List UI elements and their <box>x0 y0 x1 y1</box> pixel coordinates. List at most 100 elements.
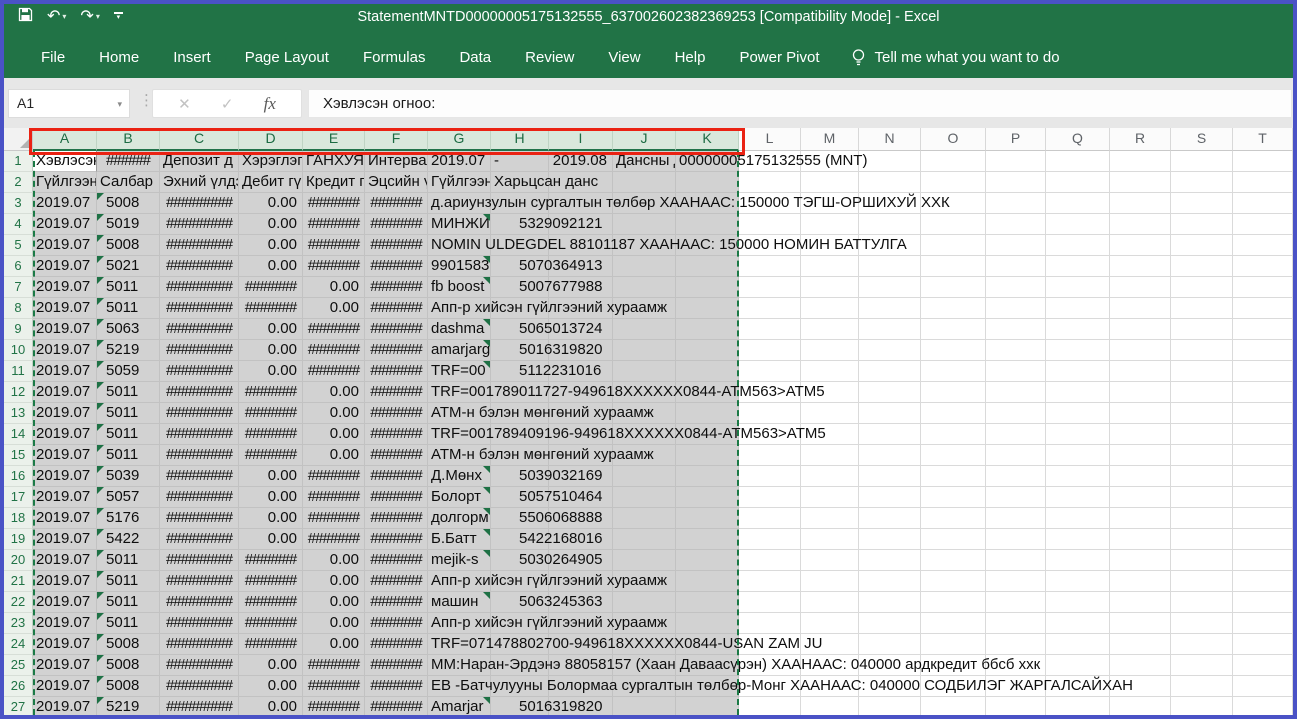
cell-D21[interactable]: ####### <box>239 571 303 592</box>
cell-E20[interactable]: 0.00 <box>303 550 365 571</box>
cell-C25[interactable]: ######### <box>160 655 239 676</box>
cell-O7[interactable] <box>921 277 986 298</box>
cell-P18[interactable] <box>986 508 1046 529</box>
cell-A25[interactable]: 2019.07 <box>33 655 97 676</box>
cell-M13[interactable] <box>801 403 859 424</box>
cell-J2[interactable] <box>613 172 676 193</box>
cell-T16[interactable] <box>1233 466 1293 487</box>
cell-O5[interactable] <box>921 235 986 256</box>
cell-B3[interactable]: 5008 <box>97 193 160 214</box>
cell-J17[interactable] <box>613 487 676 508</box>
cell-M19[interactable] <box>801 529 859 550</box>
cell-G19[interactable]: Б.Батт <box>428 529 491 550</box>
cell-A18[interactable]: 2019.07 <box>33 508 97 529</box>
cell-D1[interactable]: Хэрэглэг <box>239 151 303 172</box>
cell-P24[interactable] <box>986 634 1046 655</box>
cell-G11[interactable]: TRF=00 <box>428 361 491 382</box>
cell-A9[interactable]: 2019.07 <box>33 319 97 340</box>
cell-T27[interactable] <box>1233 697 1293 715</box>
cell-E26[interactable]: ####### <box>303 676 365 697</box>
cell-B4[interactable]: 5019 <box>97 214 160 235</box>
cell-G16[interactable]: Д.Мөнх <box>428 466 491 487</box>
cell-H2[interactable]: Харьцсан данс <box>491 172 549 193</box>
cell-T5[interactable] <box>1233 235 1293 256</box>
cell-C8[interactable]: ######### <box>160 298 239 319</box>
cell-K23[interactable] <box>676 613 739 634</box>
cell-R2[interactable] <box>1110 172 1171 193</box>
row-header-16[interactable]: 16 <box>4 466 33 487</box>
cell-M10[interactable] <box>801 340 859 361</box>
cell-S15[interactable] <box>1171 445 1233 466</box>
cell-F9[interactable]: ####### <box>365 319 428 340</box>
cell-K4[interactable] <box>676 214 739 235</box>
cell-K27[interactable] <box>676 697 739 715</box>
cell-Q4[interactable] <box>1046 214 1110 235</box>
cell-D11[interactable]: 0.00 <box>239 361 303 382</box>
cell-L4[interactable] <box>739 214 801 235</box>
cell-H7[interactable]: 5007677988 <box>491 277 549 298</box>
tab-review[interactable]: Review <box>508 37 591 78</box>
cell-L21[interactable] <box>739 571 801 592</box>
column-header-S[interactable]: S <box>1171 128 1233 151</box>
cell-R6[interactable] <box>1110 256 1171 277</box>
cell-R27[interactable] <box>1110 697 1171 715</box>
cell-J4[interactable] <box>613 214 676 235</box>
cell-N8[interactable] <box>859 298 921 319</box>
cell-H19[interactable]: 5422168016 <box>491 529 549 550</box>
cell-F5[interactable]: ####### <box>365 235 428 256</box>
cell-D5[interactable]: 0.00 <box>239 235 303 256</box>
cell-A17[interactable]: 2019.07 <box>33 487 97 508</box>
cell-K10[interactable] <box>676 340 739 361</box>
cell-O24[interactable] <box>921 634 986 655</box>
cell-M18[interactable] <box>801 508 859 529</box>
row-header-23[interactable]: 23 <box>4 613 33 634</box>
cell-C26[interactable]: ######### <box>160 676 239 697</box>
cell-S17[interactable] <box>1171 487 1233 508</box>
cell-A8[interactable]: 2019.07 <box>33 298 97 319</box>
cell-O13[interactable] <box>921 403 986 424</box>
cell-O23[interactable] <box>921 613 986 634</box>
cell-J18[interactable] <box>613 508 676 529</box>
cell-K21[interactable] <box>676 571 739 592</box>
cell-K7[interactable] <box>676 277 739 298</box>
row-header-18[interactable]: 18 <box>4 508 33 529</box>
select-all-corner[interactable] <box>4 128 33 151</box>
cell-G24[interactable]: TRF=071478802700-949618XXXXXX0844-USAN Z… <box>428 634 491 655</box>
cell-O4[interactable] <box>921 214 986 235</box>
cell-M17[interactable] <box>801 487 859 508</box>
cell-G6[interactable]: 9901583 <box>428 256 491 277</box>
row-header-25[interactable]: 25 <box>4 655 33 676</box>
cell-G3[interactable]: д.ариунзулын сургалтын төлбөр ХААНААС: 1… <box>428 193 491 214</box>
cell-L2[interactable] <box>739 172 801 193</box>
cell-F18[interactable]: ####### <box>365 508 428 529</box>
cell-R14[interactable] <box>1110 424 1171 445</box>
row-header-24[interactable]: 24 <box>4 634 33 655</box>
cell-A2[interactable]: Гүйлгээний огноо <box>33 172 97 193</box>
cell-G5[interactable]: NOMIN ULDEGDEL 88101187 ХААНААС: 150000 … <box>428 235 491 256</box>
cell-E16[interactable]: ####### <box>303 466 365 487</box>
cell-H20[interactable]: 5030264905 <box>491 550 549 571</box>
cell-L6[interactable] <box>739 256 801 277</box>
cell-L8[interactable] <box>739 298 801 319</box>
cell-O8[interactable] <box>921 298 986 319</box>
cell-Q19[interactable] <box>1046 529 1110 550</box>
cell-D20[interactable]: ####### <box>239 550 303 571</box>
cell-F23[interactable]: ####### <box>365 613 428 634</box>
cell-C14[interactable]: ######### <box>160 424 239 445</box>
cell-O19[interactable] <box>921 529 986 550</box>
cell-T26[interactable] <box>1233 676 1293 697</box>
cell-B17[interactable]: 5057 <box>97 487 160 508</box>
cell-P23[interactable] <box>986 613 1046 634</box>
cell-A27[interactable]: 2019.07 <box>33 697 97 715</box>
row-header-12[interactable]: 12 <box>4 382 33 403</box>
cell-G14[interactable]: TRF=001789409196-949618XXXXXX0844-ATM563… <box>428 424 491 445</box>
cell-N6[interactable] <box>859 256 921 277</box>
column-header-G[interactable]: G <box>428 128 491 151</box>
cell-F15[interactable]: ####### <box>365 445 428 466</box>
cell-A15[interactable]: 2019.07 <box>33 445 97 466</box>
cell-C3[interactable]: ######### <box>160 193 239 214</box>
cell-F7[interactable]: ####### <box>365 277 428 298</box>
cell-M11[interactable] <box>801 361 859 382</box>
cell-Q1[interactable] <box>1046 151 1110 172</box>
cell-S25[interactable] <box>1171 655 1233 676</box>
